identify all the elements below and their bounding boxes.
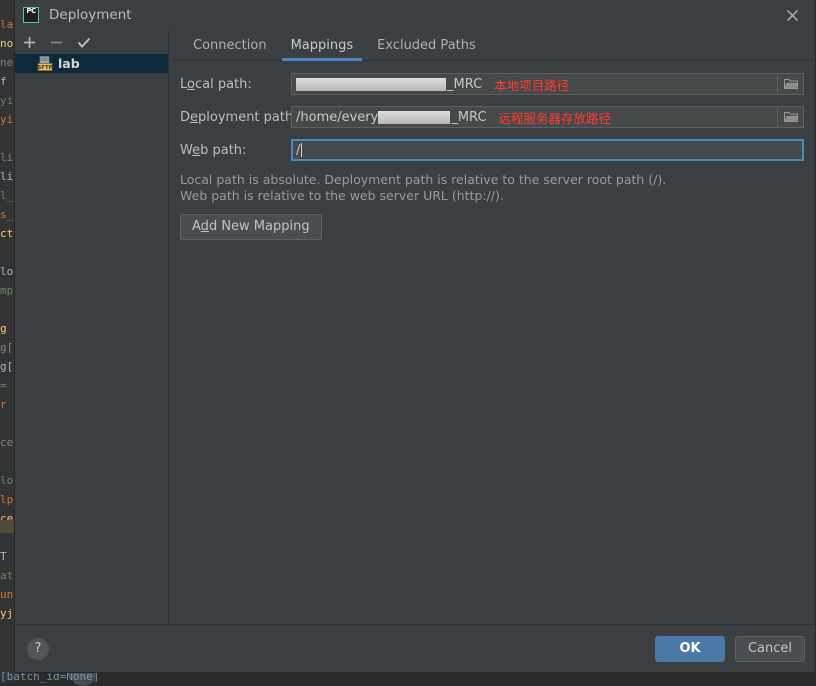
dialog-title-bar: PC Deployment: [15, 0, 815, 30]
server-list-item-lab[interactable]: SFTP lab: [15, 54, 168, 73]
mapping-hint-text: Local path is absolute. Deployment path …: [180, 172, 804, 204]
local-path-input[interactable]: _MRC 本地项目路径: [291, 73, 778, 95]
dialog-bottom-bar: ? OK Cancel: [15, 624, 815, 672]
settings-pane: Connection Mappings Excluded Paths Local…: [169, 30, 815, 624]
tab-strip: Connection Mappings Excluded Paths: [169, 30, 815, 61]
server-list[interactable]: SFTP lab: [15, 54, 168, 624]
tab-connection[interactable]: Connection: [181, 38, 279, 60]
app-icon-label: PC: [23, 7, 39, 23]
deployment-dialog: PC Deployment: [14, 0, 816, 673]
help-icon[interactable]: ?: [27, 638, 49, 660]
hint-line-1: Local path is absolute. Deployment path …: [180, 172, 804, 188]
tab-mappings[interactable]: Mappings: [279, 38, 366, 60]
web-path-input[interactable]: /: [291, 139, 804, 161]
text-caret: [301, 143, 302, 157]
svg-text:SFTP: SFTP: [37, 65, 52, 71]
pycharm-app-icon: PC: [23, 7, 39, 23]
local-path-row: Local path: _MRC 本地项目路径: [180, 73, 804, 95]
mappings-form: Local path: _MRC 本地项目路径: [169, 61, 815, 624]
server-list-toolbar: [15, 30, 168, 54]
local-path-field-wrap: _MRC 本地项目路径: [291, 73, 804, 95]
tab-excluded-paths[interactable]: Excluded Paths: [365, 38, 488, 60]
local-path-value-suffix: _MRC: [447, 77, 482, 92]
deployment-path-row: Deployment path: /home/every _MRC 远程服务器存放路…: [180, 106, 804, 128]
plus-icon[interactable]: [17, 31, 42, 53]
deployment-path-redacted-value: [378, 111, 450, 124]
server-list-pane: SFTP lab: [15, 30, 169, 624]
local-path-browse-folder-icon[interactable]: [778, 73, 804, 95]
local-path-annotation: 本地项目路径: [494, 75, 569, 94]
local-path-label: Local path:: [180, 77, 291, 92]
deployment-path-annotation: 远程服务器存放路径: [499, 108, 612, 127]
deployment-path-label: Deployment path:: [180, 110, 291, 125]
web-path-row: Web path: /: [180, 139, 804, 161]
web-path-label: Web path:: [180, 143, 291, 158]
deployment-path-browse-folder-icon[interactable]: [778, 106, 804, 128]
web-path-value: /: [296, 143, 300, 158]
dialog-title: Deployment: [49, 7, 132, 23]
deployment-path-value-prefix: /home/every: [296, 110, 378, 125]
add-new-mapping-button[interactable]: Add New Mapping: [180, 214, 322, 240]
sftp-server-icon: SFTP: [37, 56, 53, 71]
hint-line-2: Web path is relative to the web server U…: [180, 188, 804, 204]
ok-button[interactable]: OK: [655, 636, 725, 662]
deployment-path-field-wrap: /home/every _MRC 远程服务器存放路径: [291, 106, 804, 128]
minus-icon[interactable]: [44, 31, 69, 53]
cancel-button[interactable]: Cancel: [735, 636, 805, 662]
web-path-field-wrap: /: [291, 139, 804, 161]
local-path-redacted-value: [296, 78, 446, 91]
dialog-body: SFTP lab Connection Mappings Excluded Pa…: [15, 30, 815, 624]
close-icon[interactable]: [769, 0, 815, 30]
check-icon[interactable]: [71, 31, 96, 53]
server-list-item-label: lab: [58, 56, 80, 71]
deployment-path-value-suffix: _MRC: [451, 110, 486, 125]
deployment-path-input[interactable]: /home/every _MRC 远程服务器存放路径: [291, 106, 778, 128]
